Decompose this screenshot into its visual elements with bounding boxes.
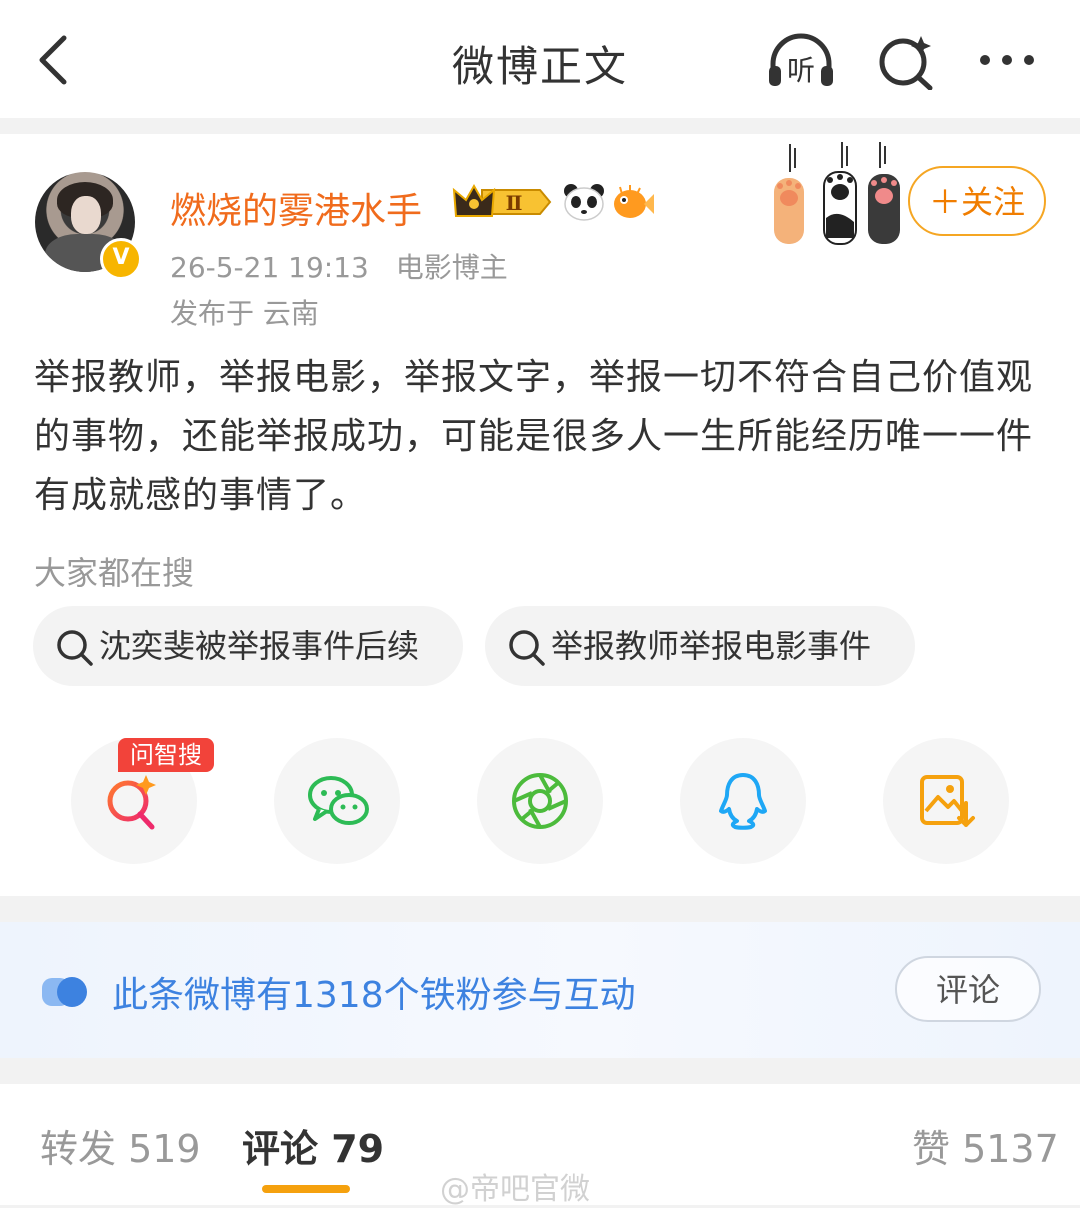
search-chip-label: 沈奕斐被举报事件后续 (99, 627, 420, 665)
post-body-text: 举报教师，举报电影，举报文字，举报一切不符合自己价值观的事物，还能举报成功，可能… (34, 357, 1034, 516)
tab-comment[interactable]: 评论 79 (242, 1118, 384, 1173)
interaction-tabs: 转发 519 评论 79 赞 5137 @帝吧官微 (0, 1084, 1080, 1207)
user-role: 电影博主 (395, 251, 508, 284)
share-qq-button[interactable] (680, 738, 806, 864)
listen-label: 听 (787, 54, 815, 87)
fans-bubble-icon (42, 977, 87, 1007)
comment-button[interactable]: 评论 (895, 956, 1041, 1022)
post-location: 发布于 云南 (170, 297, 319, 330)
pufferfish-icon (612, 182, 654, 222)
watermark: @帝吧官微 (440, 1172, 590, 1207)
tab-repost[interactable]: 转发 519 (40, 1118, 201, 1173)
search-chip[interactable]: 举报教师举报电影事件 (485, 606, 915, 686)
ai-search-icon[interactable] (875, 30, 945, 91)
post-meta: 26-5-21 19:13 电影博主 (170, 246, 508, 286)
iron-fans-text: 此条微博有1318个铁粉参与互动 (112, 975, 636, 1016)
username[interactable]: 燃烧的雾港水手 (170, 182, 422, 234)
search-icon (509, 630, 545, 666)
panda-icon (563, 182, 605, 222)
post-card: V 燃烧的雾港水手 Ⅱ 26-5-21 19:13 电影博主 发布于 云南 ＋关… (0, 134, 1080, 896)
search-icon (57, 630, 93, 666)
moments-icon (512, 773, 568, 829)
iron-fans-banner[interactable]: 此条微博有1318个铁粉参与互动 评论 (0, 922, 1080, 1058)
save-image-button[interactable] (883, 738, 1009, 864)
share-moments-button[interactable] (477, 738, 603, 864)
share-wechat-button[interactable] (274, 738, 400, 864)
ai-search-tag: 问智搜 (118, 738, 214, 772)
tab-like[interactable]: 赞 5137 (912, 1118, 1059, 1173)
search-chip-label: 举报教师举报电影事件 (551, 627, 872, 665)
qq-icon (719, 773, 767, 830)
trending-search-label: 大家都在搜 (34, 554, 195, 592)
vip-crown-badge-icon: Ⅱ (452, 182, 552, 222)
save-image-icon (920, 775, 975, 827)
verified-badge: V (100, 238, 142, 280)
cat-paws-decoration-icon (768, 138, 918, 246)
active-tab-indicator (262, 1185, 350, 1193)
more-options-icon[interactable] (975, 30, 1045, 90)
search-chip[interactable]: 沈奕斐被举报事件后续 (33, 606, 463, 686)
level-badge-label: Ⅱ (506, 191, 523, 215)
listen-headphones-icon[interactable]: 听 (765, 30, 835, 90)
wechat-icon (308, 776, 369, 825)
ai-search-icon (107, 775, 156, 830)
top-nav-bar: 微博正文 听 (0, 0, 1080, 118)
follow-button[interactable]: ＋关注 (908, 166, 1046, 236)
post-timestamp: 26-5-21 19:13 (170, 251, 369, 284)
